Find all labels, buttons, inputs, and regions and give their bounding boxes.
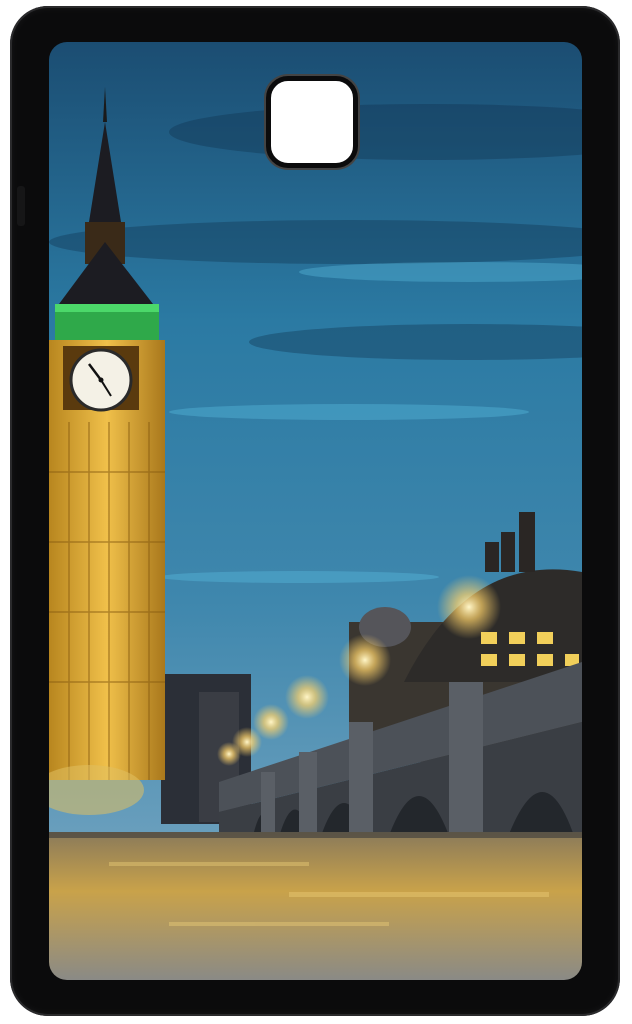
night-city-scene [49,42,582,980]
camera-cutout [266,76,358,168]
printed-artwork [49,42,582,980]
side-button-notch [17,186,25,226]
river [49,832,582,980]
